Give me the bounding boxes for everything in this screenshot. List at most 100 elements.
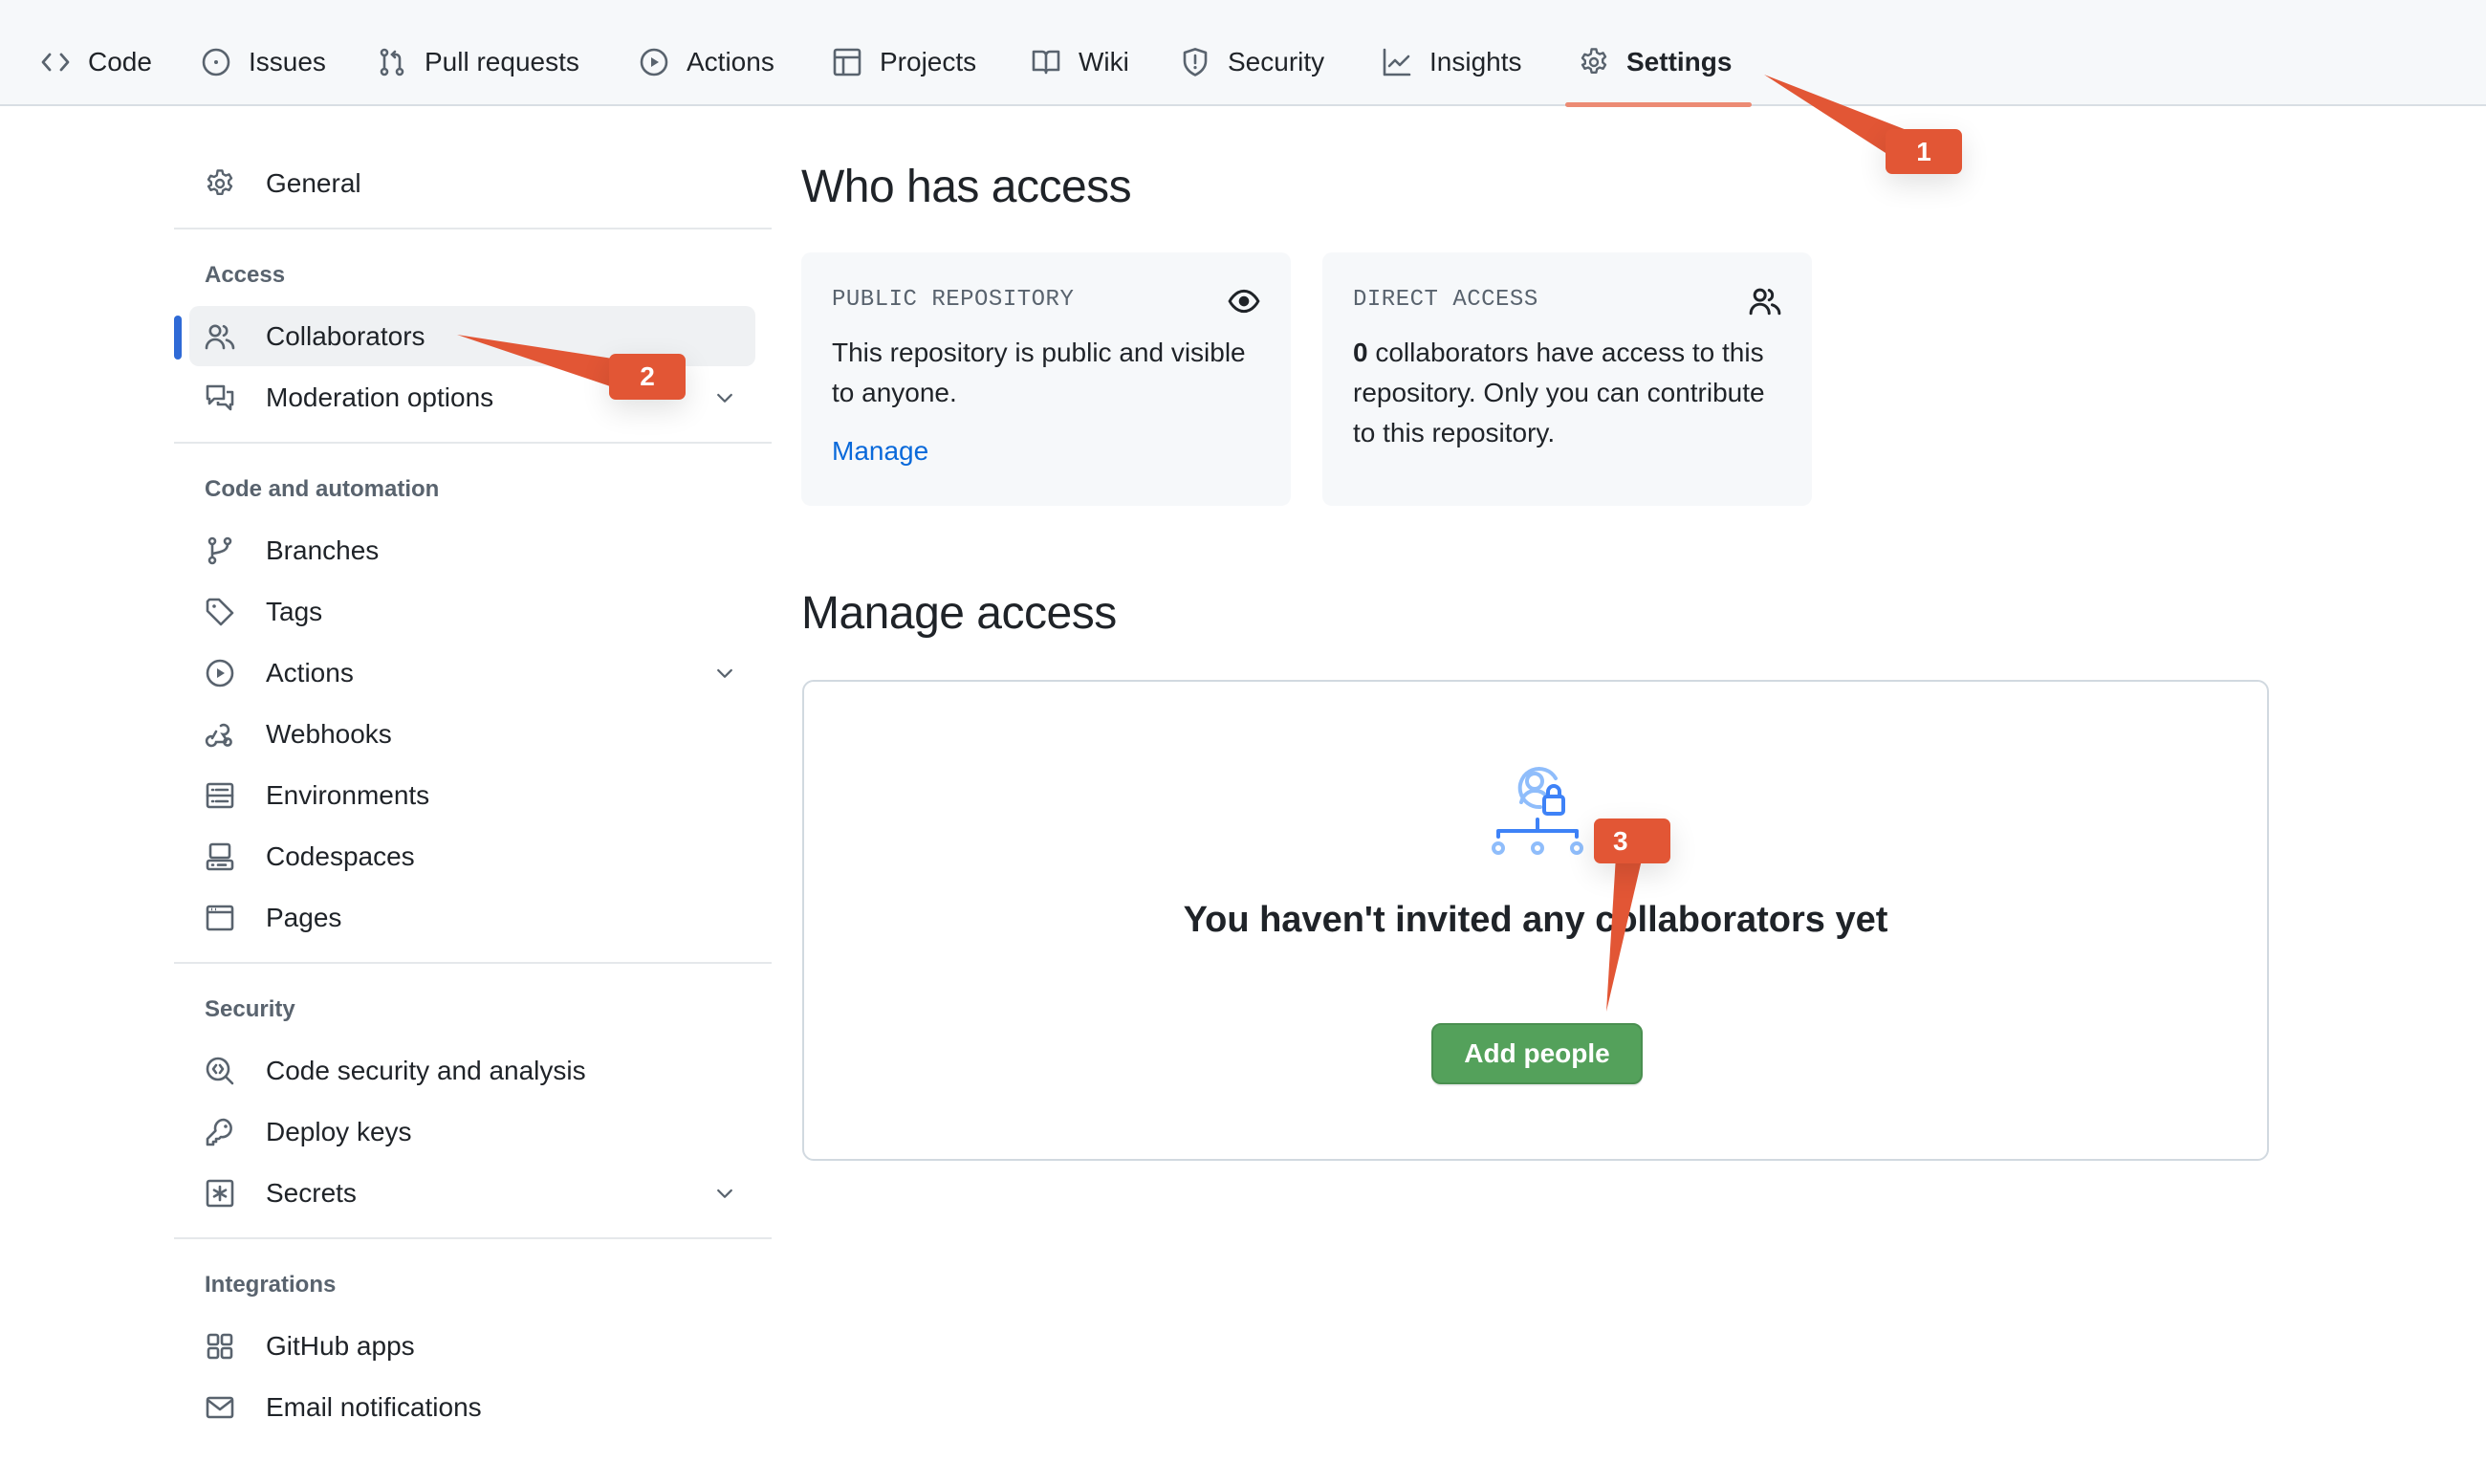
tab-issues[interactable]: Issues [201, 38, 326, 86]
sidebar-item-label: Deploy keys [266, 1116, 412, 1146]
tag-icon [205, 597, 235, 627]
tab-label: Insights [1429, 47, 1522, 76]
play-icon [205, 658, 235, 688]
divider [174, 442, 772, 444]
apps-icon [205, 1331, 235, 1362]
manage-link[interactable]: Manage [832, 436, 928, 467]
annotation-badge-1: 1 [1886, 129, 1962, 174]
play-icon [639, 47, 669, 77]
sidebar-item-branches[interactable]: Branches [189, 520, 755, 580]
sidebar-item-label: Actions [266, 657, 354, 687]
sidebar-item-github-apps[interactable]: GitHub apps [189, 1316, 755, 1376]
annotation-badge-2: 2 [609, 354, 686, 400]
tab-label: Code [88, 47, 152, 76]
sidebar-item-actions[interactable]: Actions [189, 643, 755, 703]
annotation-badge-3: 3 [1594, 818, 1670, 863]
public-repository-card: PUBLIC REPOSITORY This repository is pub… [801, 252, 1291, 506]
gear-icon [205, 168, 235, 199]
sidebar-item-label: GitHub apps [266, 1330, 415, 1361]
tab-label: Actions [687, 47, 774, 76]
manage-access-heading: Manage access [801, 588, 1117, 639]
tab-code[interactable]: Code [40, 38, 152, 86]
active-indicator [174, 316, 182, 360]
sidebar-item-label: Codespaces [266, 840, 415, 871]
tab-pull-requests[interactable]: Pull requests [377, 38, 579, 86]
eye-icon [1228, 289, 1260, 314]
sidebar-item-general[interactable]: General [189, 153, 755, 213]
sidebar-item-label: Secrets [266, 1177, 357, 1208]
tab-projects[interactable]: Projects [832, 38, 976, 86]
codespaces-icon [205, 841, 235, 872]
sidebar-item-label: Collaborators [266, 320, 425, 351]
divider [174, 962, 772, 964]
sidebar-item-label: General [266, 167, 361, 198]
section-heading-security: Security [205, 996, 295, 1022]
tab-label: Issues [249, 47, 326, 76]
mail-icon [205, 1392, 235, 1423]
section-heading-access: Access [205, 262, 286, 288]
manage-access-box: You haven't invited any collaborators ye… [802, 680, 2269, 1161]
divider [174, 1237, 772, 1239]
card-body-text: collaborators have access to this reposi… [1353, 338, 1765, 447]
repo-nav: Code Issues Pull requests Actions Projec… [0, 0, 2486, 107]
chevron-down-icon[interactable] [713, 662, 736, 685]
code-icon [40, 47, 71, 77]
tab-actions[interactable]: Actions [639, 38, 774, 86]
chevron-down-icon[interactable] [713, 1182, 736, 1205]
browser-icon [205, 903, 235, 933]
direct-access-card: DIRECT ACCESS 0 collaborators have acces… [1322, 252, 1812, 506]
tab-label: Projects [880, 47, 977, 76]
sidebar-item-label: Tags [266, 596, 323, 626]
tab-label: Wiki [1079, 47, 1129, 76]
graph-icon [1382, 47, 1412, 77]
section-heading-code-automation: Code and automation [205, 476, 440, 502]
sidebar-item-label: Branches [266, 535, 380, 565]
people-icon [1749, 288, 1781, 316]
sidebar-item-email-notifications[interactable]: Email notifications [189, 1377, 755, 1437]
sidebar-item-tags[interactable]: Tags [189, 581, 755, 642]
tab-label: Pull requests [425, 47, 579, 76]
sidebar-item-label: Email notifications [266, 1391, 482, 1422]
tab-label: Settings [1626, 47, 1733, 76]
tab-security[interactable]: Security [1180, 38, 1324, 86]
shield-icon [1180, 47, 1210, 77]
issue-opened-icon [201, 47, 231, 77]
sidebar-item-label: Moderation options [266, 382, 494, 412]
collaborators-lock-illustration-icon [1492, 767, 1583, 855]
people-icon [205, 321, 235, 352]
sidebar-item-webhooks[interactable]: Webhooks [189, 704, 755, 764]
sidebar-item-secrets[interactable]: Secrets [189, 1163, 755, 1223]
book-icon [1031, 47, 1061, 77]
sidebar-item-label: Pages [266, 902, 342, 932]
card-body: This repository is public and visible to… [832, 338, 1246, 407]
tab-wiki[interactable]: Wiki [1031, 38, 1129, 86]
who-has-access-heading: Who has access [801, 162, 1132, 212]
tab-label: Security [1228, 47, 1325, 76]
sidebar-item-environments[interactable]: Environments [189, 765, 755, 825]
codescan-icon [205, 1056, 235, 1086]
comment-discussion-icon [205, 382, 235, 413]
sidebar-item-label: Code security and analysis [266, 1055, 586, 1085]
active-tab-underline [1565, 102, 1752, 107]
tab-settings[interactable]: Settings [1579, 38, 1732, 86]
gear-icon [1579, 47, 1609, 77]
key-icon [205, 1117, 235, 1147]
chevron-down-icon[interactable] [713, 386, 736, 409]
card-body: 0 collaborators have access to this repo… [1353, 333, 1793, 453]
sidebar-item-code-security[interactable]: Code security and analysis [189, 1040, 755, 1101]
divider [174, 228, 772, 229]
card-label: PUBLIC REPOSITORY [832, 287, 1075, 313]
tab-insights[interactable]: Insights [1382, 38, 1522, 86]
git-pull-request-icon [377, 47, 407, 77]
sidebar-item-label: Webhooks [266, 718, 392, 749]
sidebar-item-deploy-keys[interactable]: Deploy keys [189, 1102, 755, 1162]
git-branch-icon [205, 535, 235, 566]
sidebar-item-pages[interactable]: Pages [189, 887, 755, 948]
empty-state-title: You haven't invited any collaborators ye… [1183, 900, 1888, 940]
collaborator-count: 0 [1353, 338, 1368, 367]
webhook-icon [205, 719, 235, 750]
sidebar-item-codespaces[interactable]: Codespaces [189, 826, 755, 886]
add-people-button[interactable]: Add people [1431, 1023, 1643, 1084]
card-label: DIRECT ACCESS [1353, 287, 1538, 313]
section-heading-integrations: Integrations [205, 1272, 337, 1298]
